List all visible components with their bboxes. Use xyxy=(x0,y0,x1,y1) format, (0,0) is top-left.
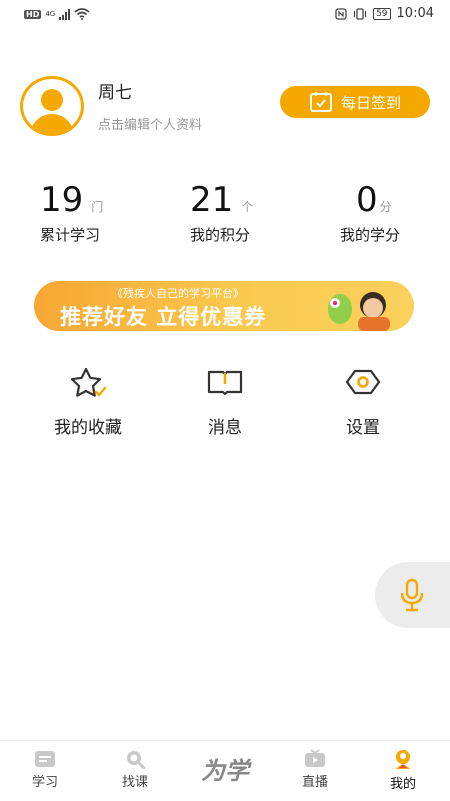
stat-value: 19 xyxy=(40,180,84,220)
stat-unit: 分 xyxy=(379,200,392,214)
profile-icon xyxy=(396,750,410,769)
stats-row: 19 门 累计学习 21 个 我的积分 0分 我的学分 xyxy=(0,178,450,248)
stat-unit: 门 xyxy=(91,200,104,214)
banner-subtitle: 《残疾人自己的学习平台》 xyxy=(112,287,244,300)
nfc-icon xyxy=(335,7,347,20)
banner-title: 推荐好友 立得优惠券 xyxy=(60,305,267,329)
stat-unit: 个 xyxy=(241,200,254,214)
username[interactable]: 周七 xyxy=(98,78,132,103)
bottom-tab-bar: 学习 找课 为学 直播 我的 xyxy=(0,740,450,801)
messages-item[interactable]: 消息 xyxy=(155,365,295,438)
feature-label: 消息 xyxy=(208,418,242,438)
edit-profile-link[interactable]: 点击编辑个人资料 xyxy=(98,114,202,133)
tab-live[interactable]: 直播 xyxy=(275,749,355,790)
stat-my-credits[interactable]: 0分 我的学分 xyxy=(340,178,450,245)
stat-total-study[interactable]: 19 门 累计学习 xyxy=(40,178,180,245)
feature-grid: 我的收藏 消息 设置 xyxy=(0,365,450,455)
feature-label: 我的收藏 xyxy=(54,418,122,438)
tab-label: 找课 xyxy=(121,775,148,790)
stat-label: 我的积分 xyxy=(190,226,251,244)
microphone-icon xyxy=(400,578,424,612)
stat-label: 累计学习 xyxy=(40,226,101,244)
brand-logo: 为学 xyxy=(201,756,249,785)
status-bar: HD 4G 59 10:04 xyxy=(0,0,450,30)
vibrate-icon xyxy=(353,7,367,20)
tab-label: 直播 xyxy=(301,775,328,790)
checkin-label: 每日签到 xyxy=(340,93,401,112)
search-icon xyxy=(127,751,146,769)
referral-banner[interactable]: 《残疾人自己的学习平台》 推荐好友 立得优惠券 xyxy=(34,281,414,331)
stat-value: 0 xyxy=(356,180,378,220)
settings-hexagon-icon xyxy=(345,369,381,395)
favorites-item[interactable]: 我的收藏 xyxy=(18,365,158,438)
tab-study[interactable]: 学习 xyxy=(5,749,85,790)
daily-checkin-button[interactable]: 每日签到 xyxy=(280,86,430,118)
tab-find-course[interactable]: 找课 xyxy=(95,749,175,790)
settings-item[interactable]: 设置 xyxy=(293,365,433,438)
tab-label: 我的 xyxy=(389,777,416,792)
profile-header: 周七 点击编辑个人资料 每日签到 xyxy=(20,76,430,136)
avatar[interactable] xyxy=(20,76,84,136)
status-bar-right: 59 10:04 xyxy=(335,6,434,21)
stat-my-points[interactable]: 21 个 我的积分 xyxy=(190,178,330,245)
stat-label: 我的学分 xyxy=(340,226,401,244)
battery-icon: 59 xyxy=(373,7,391,20)
signal-icon xyxy=(59,8,71,20)
feature-label: 设置 xyxy=(346,418,380,438)
stat-value: 21 xyxy=(190,180,234,220)
wifi-icon xyxy=(74,8,90,20)
tab-label: 学习 xyxy=(31,775,58,790)
star-icon xyxy=(70,367,107,397)
message-book-icon xyxy=(207,370,243,396)
calendar-check-icon xyxy=(309,92,332,112)
hd-badge: HD xyxy=(24,9,42,19)
tab-mine[interactable]: 我的 xyxy=(363,749,443,792)
network-type: 4G xyxy=(45,10,56,18)
status-time: 10:04 xyxy=(396,6,434,21)
tv-icon xyxy=(305,749,325,767)
voice-assistant-button[interactable] xyxy=(375,562,450,628)
study-icon xyxy=(35,751,55,767)
status-bar-left: HD 4G xyxy=(24,8,90,20)
banner-illustration xyxy=(328,292,390,331)
